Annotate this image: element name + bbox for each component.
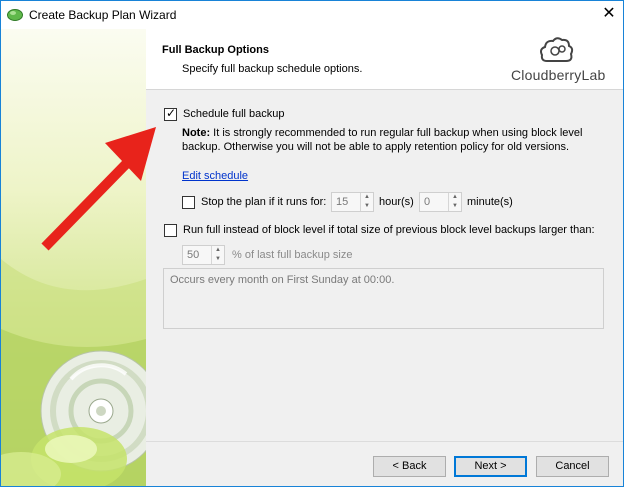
hours-spinner[interactable]: 15 ▲ ▼ bbox=[331, 192, 374, 212]
back-button[interactable]: < Back bbox=[373, 456, 446, 477]
next-button[interactable]: Next > bbox=[454, 456, 527, 477]
hours-spinner-buttons[interactable]: ▲ ▼ bbox=[360, 193, 373, 211]
wizard-sidebar-art bbox=[1, 29, 146, 486]
run-full-label[interactable]: Run full instead of block level if total… bbox=[183, 224, 595, 236]
cloud-icon bbox=[7, 9, 23, 21]
options-panel: ✓ Schedule full backup Note: It is stron… bbox=[146, 91, 623, 441]
percent-spinner-buttons[interactable]: ▲ ▼ bbox=[211, 246, 224, 264]
minutes-spinner-buttons[interactable]: ▲ ▼ bbox=[448, 193, 461, 211]
wizard-window: Create Backup Plan Wizard ✕ Full Backup … bbox=[0, 0, 624, 487]
note-text: Note: It is strongly recommended to run … bbox=[182, 126, 602, 154]
schedule-full-backup-checkbox[interactable]: ✓ bbox=[164, 106, 177, 121]
hours-unit-label: hour(s) bbox=[379, 196, 414, 208]
spinner-down-icon[interactable]: ▼ bbox=[212, 255, 224, 264]
schedule-summary-box: Occurs every month on First Sunday at 00… bbox=[163, 268, 604, 329]
window-title: Create Backup Plan Wizard bbox=[29, 8, 177, 22]
edit-schedule-link[interactable]: Edit schedule bbox=[182, 170, 248, 182]
minutes-value: 0 bbox=[424, 196, 431, 208]
title-bar: Create Backup Plan Wizard ✕ bbox=[1, 1, 623, 29]
run-full-checkbox[interactable] bbox=[164, 224, 177, 237]
percent-spinner[interactable]: 50 ▲ ▼ bbox=[182, 245, 225, 265]
spinner-up-icon[interactable]: ▲ bbox=[361, 193, 373, 202]
stop-plan-checkbox[interactable] bbox=[182, 196, 195, 209]
logo-text: CloudberryLab bbox=[511, 67, 606, 83]
minutes-spinner[interactable]: 0 ▲ ▼ bbox=[419, 192, 462, 212]
close-button[interactable]: ✕ bbox=[595, 3, 623, 27]
note-body: It is strongly recommended to run regula… bbox=[182, 127, 583, 153]
percent-label: % of last full backup size bbox=[232, 249, 353, 261]
schedule-full-backup-label[interactable]: Schedule full backup bbox=[183, 108, 285, 120]
spinner-down-icon[interactable]: ▼ bbox=[361, 202, 373, 211]
spinner-down-icon[interactable]: ▼ bbox=[449, 202, 461, 211]
wizard-header: Full Backup Options Specify full backup … bbox=[146, 29, 623, 90]
spinner-up-icon[interactable]: ▲ bbox=[449, 193, 461, 202]
schedule-summary-text: Occurs every month on First Sunday at 00… bbox=[170, 274, 395, 286]
percent-value: 50 bbox=[187, 249, 200, 261]
note-label: Note: bbox=[182, 127, 211, 139]
cloudberry-logo: CloudberryLab bbox=[511, 35, 606, 85]
cloud-logo-icon bbox=[540, 37, 574, 62]
spinner-up-icon[interactable]: ▲ bbox=[212, 246, 224, 255]
page-subtitle: Specify full backup schedule options. bbox=[182, 63, 363, 75]
minutes-unit-label: minute(s) bbox=[467, 196, 513, 208]
stop-plan-label[interactable]: Stop the plan if it runs for: bbox=[201, 196, 326, 208]
cd-disc-icon bbox=[1, 259, 146, 486]
page-title: Full Backup Options bbox=[162, 44, 269, 56]
cancel-button[interactable]: Cancel bbox=[536, 456, 609, 477]
footer-divider bbox=[146, 441, 623, 442]
checkmark-icon: ✓ bbox=[166, 106, 177, 120]
hours-value: 15 bbox=[336, 196, 349, 208]
